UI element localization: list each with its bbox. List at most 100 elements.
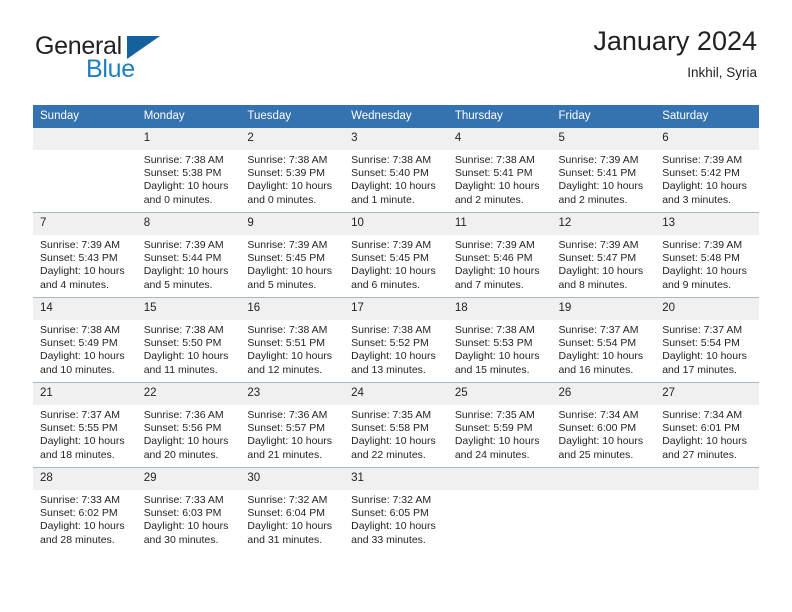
day-number: 19: [551, 297, 656, 320]
daylight-text-line1: Daylight: 10 hours: [40, 350, 125, 363]
day-cell[interactable]: 19 Sunrise: 7:37 AM Sunset: 5:54 PM Dayl…: [551, 296, 656, 383]
day-cell[interactable]: 3 Sunrise: 7:38 AM Sunset: 5:40 PM Dayli…: [344, 127, 448, 213]
day-cell[interactable]: 9 Sunrise: 7:39 AM Sunset: 5:45 PM Dayli…: [240, 211, 345, 298]
day-cell[interactable]: 13 Sunrise: 7:39 AM Sunset: 5:48 PM Dayl…: [655, 211, 759, 298]
day-number: 22: [136, 382, 241, 405]
day-cell: [655, 466, 759, 552]
daylight-text-line2: and 5 minutes.: [143, 278, 213, 291]
daylight-text-line2: and 13 minutes.: [351, 363, 426, 376]
day-cell[interactable]: 25 Sunrise: 7:35 AM Sunset: 5:59 PM Dayl…: [447, 381, 552, 468]
day-details: Sunrise: 7:37 AM Sunset: 5:54 PM Dayligh…: [655, 320, 759, 378]
daylight-text-line2: and 2 minutes.: [558, 193, 628, 206]
day-details: Sunrise: 7:39 AM Sunset: 5:48 PM Dayligh…: [655, 235, 759, 293]
day-cell[interactable]: 4 Sunrise: 7:38 AM Sunset: 5:41 PM Dayli…: [447, 127, 552, 213]
day-cell[interactable]: 1 Sunrise: 7:38 AM Sunset: 5:38 PM Dayli…: [136, 127, 241, 213]
daylight-text-line1: Daylight: 10 hours: [351, 350, 436, 363]
daylight-text-line2: and 28 minutes.: [40, 533, 115, 546]
day-cell[interactable]: 6 Sunrise: 7:39 AM Sunset: 5:42 PM Dayli…: [655, 127, 759, 213]
day-cell[interactable]: 22 Sunrise: 7:36 AM Sunset: 5:56 PM Dayl…: [136, 381, 241, 468]
day-cell: [551, 466, 656, 552]
sunrise-text: Sunrise: 7:32 AM: [247, 493, 328, 506]
daylight-text-line1: Daylight: 10 hours: [143, 350, 229, 363]
daylight-text-line2: and 6 minutes.: [351, 278, 420, 291]
general-blue-logo[interactable]: General Blue: [35, 34, 215, 90]
sunrise-text: Sunrise: 7:38 AM: [40, 323, 120, 336]
day-cell[interactable]: 10 Sunrise: 7:39 AM Sunset: 5:45 PM Dayl…: [344, 211, 448, 298]
day-cell[interactable]: 30 Sunrise: 7:32 AM Sunset: 6:04 PM Dayl…: [240, 466, 345, 552]
day-number: 16: [240, 297, 345, 320]
daylight-text-line1: Daylight: 10 hours: [143, 180, 229, 193]
sunrise-text: Sunrise: 7:39 AM: [143, 238, 224, 251]
day-cell[interactable]: 21 Sunrise: 7:37 AM Sunset: 5:55 PM Dayl…: [33, 381, 137, 468]
daylight-text-line2: and 1 minute.: [351, 193, 415, 206]
sunset-text: Sunset: 5:58 PM: [351, 422, 429, 435]
day-cell[interactable]: 14 Sunrise: 7:38 AM Sunset: 5:49 PM Dayl…: [33, 296, 137, 383]
daylight-text-line1: Daylight: 10 hours: [558, 265, 644, 278]
day-cell[interactable]: 8 Sunrise: 7:39 AM Sunset: 5:44 PM Dayli…: [136, 211, 241, 298]
sunrise-text: Sunrise: 7:36 AM: [247, 408, 328, 421]
daylight-text-line1: Daylight: 10 hours: [351, 265, 436, 278]
day-cell[interactable]: 18 Sunrise: 7:38 AM Sunset: 5:53 PM Dayl…: [447, 296, 552, 383]
day-cell[interactable]: 29 Sunrise: 7:33 AM Sunset: 6:03 PM Dayl…: [136, 466, 241, 552]
daylight-text-line2: and 27 minutes.: [662, 448, 737, 461]
day-cell: [33, 127, 137, 213]
weekday-header-tuesday: Tuesday: [240, 105, 345, 128]
day-number: 28: [33, 467, 137, 490]
sunset-text: Sunset: 5:51 PM: [247, 337, 326, 350]
sunset-text: Sunset: 6:01 PM: [662, 422, 740, 435]
day-cell[interactable]: 5 Sunrise: 7:39 AM Sunset: 5:41 PM Dayli…: [551, 127, 656, 213]
day-cell[interactable]: 23 Sunrise: 7:36 AM Sunset: 5:57 PM Dayl…: [240, 381, 345, 468]
sunrise-text: Sunrise: 7:37 AM: [40, 408, 120, 421]
sunset-text: Sunset: 6:05 PM: [351, 507, 429, 520]
daylight-text-line1: Daylight: 10 hours: [40, 520, 125, 533]
daylight-text-line1: Daylight: 10 hours: [247, 520, 333, 533]
sunset-text: Sunset: 5:59 PM: [454, 422, 533, 435]
day-cell[interactable]: 28 Sunrise: 7:33 AM Sunset: 6:02 PM Dayl…: [33, 466, 137, 552]
daylight-text-line2: and 4 minutes.: [40, 278, 109, 291]
day-cell[interactable]: 17 Sunrise: 7:38 AM Sunset: 5:52 PM Dayl…: [344, 296, 448, 383]
sunset-text: Sunset: 5:46 PM: [454, 252, 533, 265]
day-cell[interactable]: 26 Sunrise: 7:34 AM Sunset: 6:00 PM Dayl…: [551, 381, 656, 468]
sunset-text: Sunset: 6:00 PM: [558, 422, 637, 435]
sunrise-text: Sunrise: 7:39 AM: [40, 238, 120, 251]
daylight-text-line2: and 20 minutes.: [143, 448, 219, 461]
day-cell[interactable]: 31 Sunrise: 7:32 AM Sunset: 6:05 PM Dayl…: [344, 466, 448, 552]
day-details: Sunrise: 7:39 AM Sunset: 5:41 PM Dayligh…: [552, 150, 656, 208]
weekday-header-wednesday: Wednesday: [344, 105, 448, 128]
day-cell[interactable]: 11 Sunrise: 7:39 AM Sunset: 5:46 PM Dayl…: [447, 211, 552, 298]
daylight-text-line2: and 22 minutes.: [351, 448, 426, 461]
day-number: 23: [240, 382, 345, 405]
day-details: Sunrise: 7:33 AM Sunset: 6:02 PM Dayligh…: [33, 490, 137, 548]
day-cell[interactable]: 15 Sunrise: 7:38 AM Sunset: 5:50 PM Dayl…: [136, 296, 241, 383]
day-cell[interactable]: 24 Sunrise: 7:35 AM Sunset: 5:58 PM Dayl…: [344, 381, 448, 468]
day-details: Sunrise: 7:38 AM Sunset: 5:53 PM Dayligh…: [448, 320, 552, 378]
day-details: Sunrise: 7:32 AM Sunset: 6:04 PM Dayligh…: [240, 490, 344, 548]
daylight-text-line1: Daylight: 10 hours: [558, 180, 644, 193]
sunrise-text: Sunrise: 7:38 AM: [247, 323, 328, 336]
day-details: Sunrise: 7:37 AM Sunset: 5:55 PM Dayligh…: [33, 405, 137, 463]
day-cell[interactable]: 20 Sunrise: 7:37 AM Sunset: 5:54 PM Dayl…: [655, 296, 759, 383]
sunset-text: Sunset: 5:53 PM: [454, 337, 533, 350]
calendar-page: General Blue January 2024 Inkhil, Syria …: [0, 0, 792, 612]
daylight-text-line2: and 30 minutes.: [143, 533, 219, 546]
day-details: Sunrise: 7:39 AM Sunset: 5:46 PM Dayligh…: [448, 235, 552, 293]
sunset-text: Sunset: 6:02 PM: [40, 507, 118, 520]
day-number: 4: [447, 127, 552, 150]
sunset-text: Sunset: 5:56 PM: [143, 422, 222, 435]
logo-text-blue: Blue: [86, 55, 135, 83]
sunrise-text: Sunrise: 7:38 AM: [454, 323, 535, 336]
day-cell[interactable]: 27 Sunrise: 7:34 AM Sunset: 6:01 PM Dayl…: [655, 381, 759, 468]
daylight-text-line1: Daylight: 10 hours: [662, 265, 747, 278]
day-details: Sunrise: 7:38 AM Sunset: 5:38 PM Dayligh…: [137, 150, 241, 208]
daylight-text-line2: and 0 minutes.: [143, 193, 213, 206]
day-cell[interactable]: 2 Sunrise: 7:38 AM Sunset: 5:39 PM Dayli…: [240, 127, 345, 213]
daylight-text-line2: and 5 minutes.: [247, 278, 317, 291]
day-number: 1: [136, 127, 241, 150]
calendar-week-row: 7 Sunrise: 7:39 AM Sunset: 5:43 PM Dayli…: [33, 211, 759, 298]
day-cell[interactable]: 12 Sunrise: 7:39 AM Sunset: 5:47 PM Dayl…: [551, 211, 656, 298]
day-number: [551, 467, 656, 490]
sunset-text: Sunset: 5:38 PM: [143, 167, 222, 180]
day-cell[interactable]: 16 Sunrise: 7:38 AM Sunset: 5:51 PM Dayl…: [240, 296, 345, 383]
day-cell[interactable]: 7 Sunrise: 7:39 AM Sunset: 5:43 PM Dayli…: [33, 211, 137, 298]
page-subtitle-location: Inkhil, Syria: [687, 64, 757, 80]
